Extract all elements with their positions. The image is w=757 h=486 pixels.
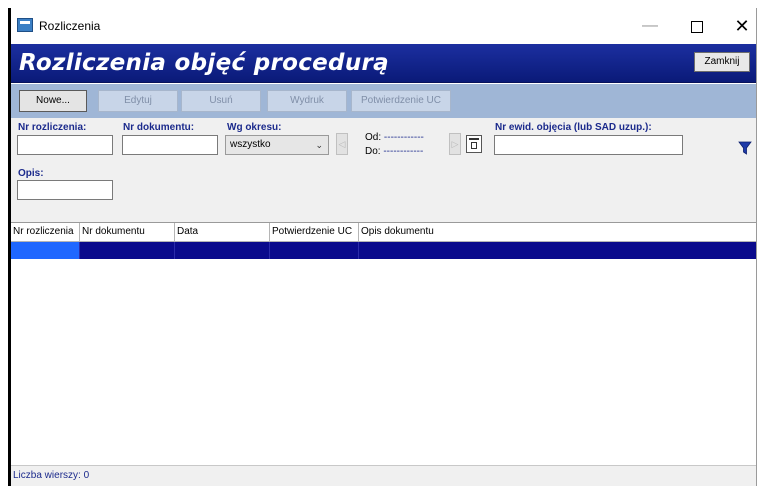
page-header: Rozliczenia objęć procedurą Zamknij (11, 44, 756, 83)
status-bar: Liczba wierszy: 0 (11, 465, 756, 486)
okres-label: Wg okresu: (227, 122, 282, 133)
column-header-nr-dokumentu[interactable]: Nr dokumentu (80, 223, 175, 241)
od-value: ------------ (383, 132, 424, 143)
column-header-data[interactable]: Data (175, 223, 270, 241)
okres-select-value: wszystko (230, 139, 271, 150)
column-header-potwierdzenie-uc[interactable]: Potwierdzenie UC (270, 223, 359, 241)
funnel-icon[interactable] (738, 141, 752, 155)
column-header-nr-rozliczenia[interactable]: Nr rozliczenia (11, 223, 80, 241)
application-window: Rozliczenia — ✕ Rozliczenia objęć proced… (8, 8, 757, 486)
date-from: Od: ------------ (365, 132, 424, 143)
nr-rozliczenia-input[interactable] (17, 135, 113, 155)
nr-ewid-label: Nr ewid. objęcia (lub SAD uzup.): (495, 122, 652, 133)
next-period-button[interactable]: ▷ (449, 133, 461, 155)
delete-button[interactable]: Usuń (181, 90, 261, 112)
prev-period-button[interactable]: ◁ (336, 133, 348, 155)
table-cell[interactable] (175, 242, 270, 259)
zamknij-button[interactable]: Zamknij (694, 52, 750, 72)
window-close-button[interactable]: ✕ (728, 16, 756, 36)
results-table: Nr rozliczenia Nr dokumentu Data Potwier… (11, 222, 756, 475)
print-button[interactable]: Wydruk (267, 90, 347, 112)
table-cell[interactable] (359, 242, 756, 259)
maximize-button[interactable] (683, 16, 711, 36)
table-header: Nr rozliczenia Nr dokumentu Data Potwier… (11, 223, 756, 242)
okres-select[interactable]: wszystko ⌄ (225, 135, 329, 155)
do-label: Do: (365, 146, 381, 157)
calendar-icon[interactable] (466, 135, 482, 153)
maximize-icon (691, 21, 703, 33)
uc-confirmation-button[interactable]: Potwierdzenie UC (351, 90, 451, 112)
chevron-down-icon: ⌄ (315, 140, 323, 150)
minimize-button[interactable]: — (636, 16, 664, 36)
od-label: Od: (365, 132, 382, 143)
do-value: ------------ (383, 146, 424, 157)
column-header-opis-dokumentu[interactable]: Opis dokumentu (359, 223, 756, 241)
toolbar: Nowe... Edytuj Usuń Wydruk Potwierdzenie… (11, 84, 756, 118)
nr-rozliczenia-label: Nr rozliczenia: (18, 122, 87, 133)
nr-ewid-input[interactable] (494, 135, 683, 155)
table-row[interactable] (11, 242, 756, 259)
new-button[interactable]: Nowe... (19, 90, 87, 112)
nr-dokumentu-label: Nr dokumentu: (123, 122, 195, 133)
edit-button[interactable]: Edytuj (98, 90, 178, 112)
opis-label: Opis: (18, 168, 44, 179)
nr-dokumentu-input[interactable] (122, 135, 218, 155)
title-bar: Rozliczenia — ✕ (11, 8, 756, 44)
page-title: Rozliczenia objęć procedurą (19, 50, 389, 76)
table-cell[interactable] (80, 242, 175, 259)
row-count: Liczba wierszy: 0 (13, 470, 90, 481)
app-window-icon (17, 18, 33, 32)
window-title: Rozliczenia (39, 19, 101, 33)
date-to: Do: ------------ (365, 146, 423, 157)
filter-panel: Nr rozliczenia: Nr dokumentu: Wg okresu:… (11, 118, 756, 222)
table-cell[interactable] (270, 242, 359, 259)
table-cell[interactable] (11, 242, 80, 259)
opis-input[interactable] (17, 180, 113, 200)
